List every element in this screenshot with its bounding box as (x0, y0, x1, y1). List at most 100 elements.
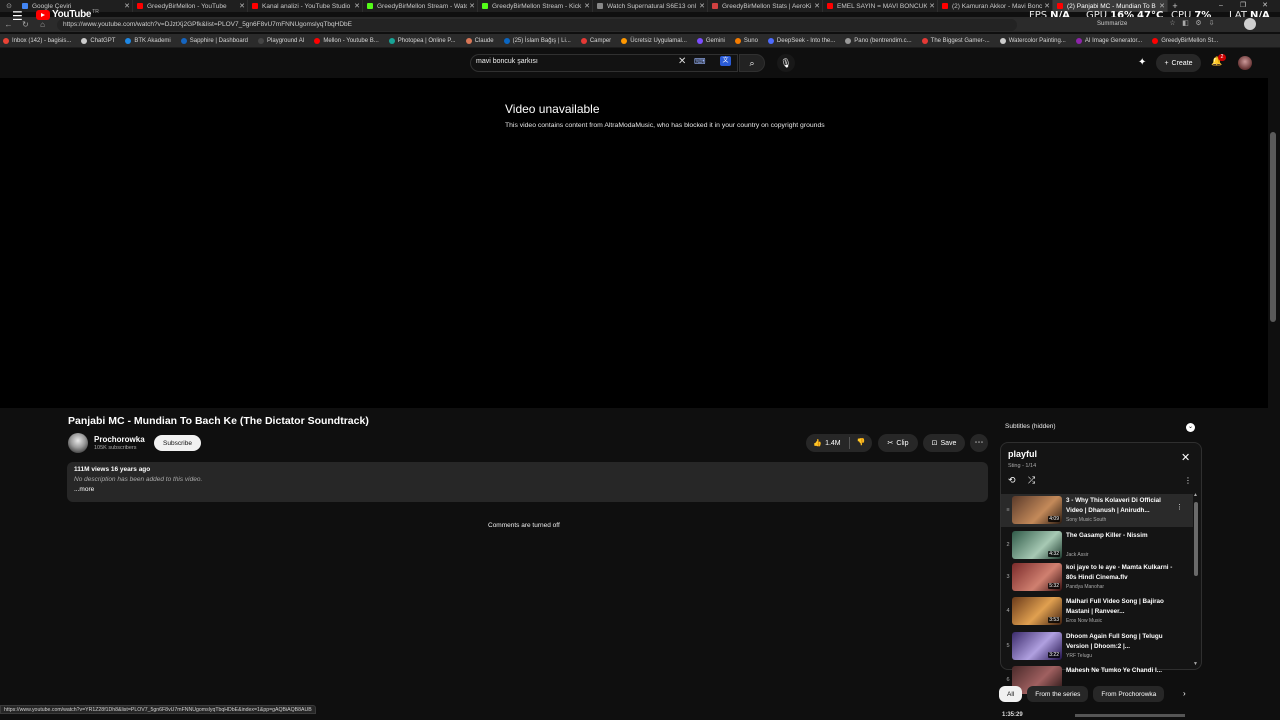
shuffle-icon[interactable]: ⤮ (1028, 475, 1035, 486)
playlist-scrollbar-thumb[interactable] (1194, 502, 1198, 576)
description-more-link[interactable]: ...more (74, 486, 94, 493)
thumbs-down-icon: 👎 (856, 439, 866, 446)
bookmark-item[interactable]: AI Image Generator... (1075, 37, 1142, 44)
bookmark-icon: ⊡ (931, 440, 938, 447)
dislike-button[interactable]: 👎 (850, 434, 872, 452)
playlist-item[interactable]: 3 5:32 koi jaye to le aye - Mamta Kulkarni… (1001, 561, 1193, 594)
tab-close-icon[interactable]: ✕ (237, 2, 247, 10)
scroll-down-arrow-icon[interactable]: ▼ (1193, 661, 1198, 667)
chevron-right-icon[interactable]: › (1183, 689, 1186, 698)
playlist-menu-icon[interactable]: ⋮ (1184, 476, 1192, 485)
tab-close-icon[interactable]: ✕ (812, 2, 822, 10)
page-scrollbar-thumb[interactable] (1270, 132, 1276, 322)
home-icon[interactable]: ⌂ (34, 20, 51, 29)
playlist-item[interactable]: 4 3:53 Malhari Full Video Song | Bajirao M… (1001, 595, 1193, 628)
browser-tab-4[interactable]: GreedyBirMellon Stream - Watc ✕ (363, 0, 478, 12)
tab-close-icon[interactable]: ✕ (352, 2, 362, 10)
subscribe-button[interactable]: Subscribe (154, 435, 201, 451)
playlist-item[interactable]: 5 3:22 Dhoom Again Full Song | Telugu Vers… (1001, 630, 1193, 663)
video-thumbnail[interactable]: 4:32 (1012, 531, 1062, 559)
video-thumbnail[interactable]: 3:22 (1012, 632, 1062, 660)
summarize-button[interactable]: Summarize (1097, 21, 1127, 27)
bookmark-item[interactable]: Camper (580, 37, 611, 44)
star-icon[interactable]: ☆ (1168, 19, 1177, 27)
search-button[interactable]: ⌕ (739, 54, 765, 72)
minimize-icon[interactable]: – (1214, 0, 1228, 12)
bookmark-label: The Biggest Gamer-... (930, 37, 990, 44)
voice-search-icon[interactable]: 🎙 (777, 54, 795, 72)
chip-all[interactable]: All (999, 686, 1023, 702)
bookmark-item[interactable]: (25) İslam Bağış | Li... (503, 37, 571, 44)
browser-tab-6[interactable]: Watch Supernatural S6E13 onl ✕ (593, 0, 708, 12)
translate-icon[interactable]: 文 (720, 56, 731, 66)
playlist-item[interactable]: 6 Mahesh Ne Tumko Ye Chandi I... (1001, 664, 1193, 694)
bookmark-item[interactable]: ChatGPT (81, 37, 115, 44)
extension-icon[interactable]: ◧ (1181, 19, 1190, 27)
browser-tab-5[interactable]: GreedyBirMellon Stream - Kick ✕ (478, 0, 593, 12)
keyboard-icon[interactable]: ⌨ (694, 57, 706, 66)
favicon (942, 3, 948, 9)
bookmark-label: Inbox (142) - bagisis... (12, 37, 72, 44)
chip-from-the-series[interactable]: From the series (1027, 686, 1089, 702)
browser-profile-avatar[interactable] (1244, 18, 1256, 30)
video-thumbnail[interactable]: 5:32 (1012, 563, 1062, 591)
bookmark-item[interactable]: BTK Akademi (125, 37, 171, 44)
item-menu-icon[interactable]: ⋮ (1176, 503, 1183, 511)
clip-button[interactable]: ✂ Clip (878, 434, 918, 452)
save-button[interactable]: ⊡ Save (923, 434, 965, 452)
bookmark-item[interactable]: Suno (734, 37, 758, 44)
download-icon[interactable]: ⇩ (1207, 19, 1216, 27)
tab-close-icon[interactable]: ✕ (927, 2, 937, 10)
hamburger-menu-icon[interactable]: ☰ (12, 9, 23, 23)
tab-close-icon[interactable]: ✕ (467, 2, 477, 10)
drag-handle-icon[interactable]: ≡ (1005, 507, 1011, 513)
settings-icon[interactable]: ⚙ (1194, 19, 1203, 27)
bookmark-item[interactable]: Inbox (142) - bagisis... (3, 37, 72, 44)
video-thumbnail[interactable]: 4:09 (1012, 496, 1062, 524)
bookmark-item[interactable]: Playground AI (258, 37, 304, 44)
comments-disabled-message: Comments are turned off (488, 522, 560, 529)
browser-tab-2[interactable]: GreedyBirMellon - YouTube ✕ (133, 0, 248, 12)
chevron-down-icon[interactable]: ⌄ (1186, 423, 1195, 432)
bookmark-item[interactable]: Ücretsiz Uygulamal... (621, 37, 687, 44)
bookmark-item[interactable]: Claude (465, 37, 494, 44)
account-avatar[interactable] (1238, 56, 1252, 70)
bookmark-item[interactable]: Gemini (696, 37, 725, 44)
bookmark-item[interactable]: Watercolor Painting... (999, 37, 1066, 44)
playlist-item-channel: Eros Now Music (1066, 618, 1103, 624)
bookmark-item[interactable]: Photopea | Online P... (388, 37, 456, 44)
like-button[interactable]: 👍 1.4M (806, 434, 848, 452)
playlist-item[interactable]: 2 4:32 The Gasamp Killer - Nissim Jack Assi… (1001, 529, 1193, 562)
bookmark-item[interactable]: Pano (bentrendim.c... (845, 37, 912, 44)
tab-close-icon[interactable]: ✕ (582, 2, 592, 10)
close-icon[interactable]: ✕ (1181, 451, 1190, 464)
browser-tab-7[interactable]: GreedyBirMellon Stats | AeroKi ✕ (708, 0, 823, 12)
bookmark-item[interactable]: Mellon - Youtube B... (314, 37, 379, 44)
playlist-item-title: Malhari Full Video Song | Bajirao Mastan… (1066, 598, 1164, 615)
tab-close-icon[interactable]: ✕ (697, 2, 707, 10)
browser-tab-8[interactable]: EMEL SAYIN = MAVİ BONCUK ✕ (823, 0, 938, 12)
url-field[interactable]: https://www.youtube.com/watch?v=DJztXj2G… (57, 18, 1017, 31)
playlist-item-current[interactable]: 4:09 3 - Why This Kolaveri Di Official Vi… (1001, 494, 1193, 527)
chip-from-channel[interactable]: From Prochorowka (1093, 686, 1165, 702)
tab-close-icon[interactable]: ✕ (122, 2, 132, 10)
youtube-logo[interactable]: YouTube TR (36, 9, 99, 20)
channel-avatar[interactable] (68, 433, 88, 453)
video-duration: 3:53 (1048, 617, 1060, 623)
video-thumbnail[interactable]: 3:53 (1012, 597, 1062, 625)
channel-name[interactable]: Prochorowka (94, 435, 145, 444)
more-actions-button[interactable]: ⋯ (970, 434, 988, 452)
video-duration: 5:32 (1048, 583, 1060, 589)
search-clear-icon[interactable]: ✕ (678, 56, 686, 67)
bookmark-item[interactable]: GreedyBirMellon St... (1152, 37, 1218, 44)
loop-icon[interactable]: ⟲ (1008, 475, 1016, 486)
bookmark-item[interactable]: The Biggest Gamer-... (921, 37, 990, 44)
playlist-title[interactable]: playful (1008, 449, 1037, 459)
scroll-up-arrow-icon[interactable]: ▲ (1193, 492, 1198, 498)
browser-tab-3[interactable]: Kanal analizi - YouTube Studio ✕ (248, 0, 363, 12)
description-box[interactable] (67, 462, 988, 502)
bookmark-item[interactable]: Sapphire | Dashboard (180, 37, 248, 44)
create-button[interactable]: + Create (1156, 54, 1201, 72)
bookmark-item[interactable]: DeepSeek - Into the... (767, 37, 835, 44)
cast-icon[interactable]: ✦ (1138, 57, 1146, 68)
